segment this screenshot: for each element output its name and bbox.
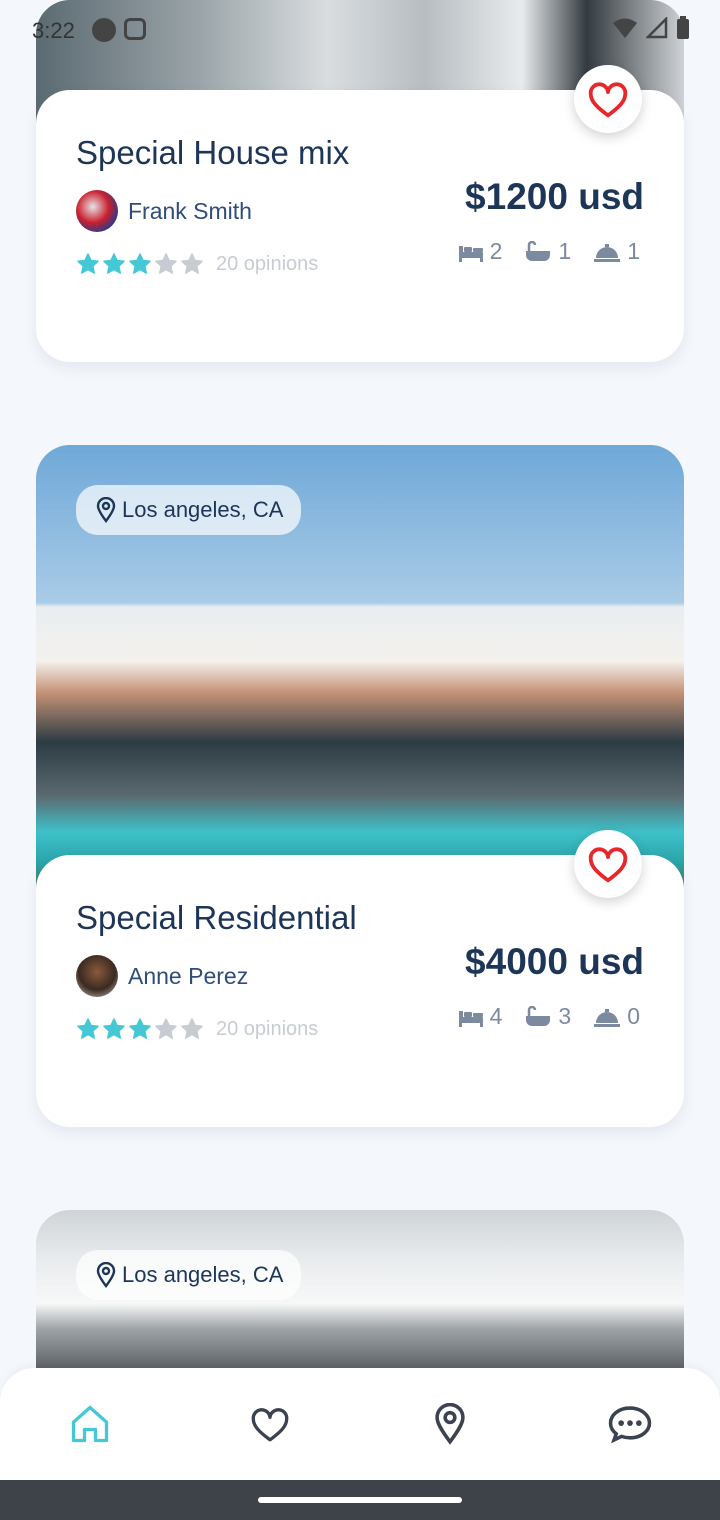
owner-name: Frank Smith (128, 197, 252, 224)
price: $1200 usd (465, 176, 644, 217)
location-text: Los angeles, CA (122, 497, 284, 522)
star-empty-icon (155, 253, 177, 274)
status-time: 3:22 (32, 18, 75, 43)
location-text: Los angeles, CA (122, 1262, 284, 1287)
bed-icon (458, 1010, 483, 1027)
nav-favorites[interactable] (230, 1384, 310, 1464)
listing-title: Special House mix (76, 134, 350, 171)
star-filled-icon (77, 1018, 99, 1039)
star-empty-icon (181, 1018, 203, 1039)
baths-count: 1 (558, 238, 572, 264)
favorite-button[interactable] (574, 830, 642, 898)
map-pin-icon (96, 1262, 116, 1288)
listing-card[interactable]: Los angeles, CA Special Residential Anne… (36, 445, 684, 1127)
listing-photo[interactable]: Los angeles, CA (36, 445, 684, 895)
system-nav-bar (0, 1480, 720, 1520)
service-count: 0 (627, 1003, 640, 1029)
bathtub-icon (526, 1005, 551, 1026)
status-bar: 3:22 (0, 0, 720, 62)
service-count: 1 (627, 238, 640, 264)
bottom-nav (0, 1368, 720, 1480)
wifi-icon (613, 18, 637, 38)
star-filled-icon (129, 253, 151, 274)
app-notification-icon (92, 18, 116, 42)
star-filled-icon (129, 1018, 151, 1039)
heart-outline-icon (588, 847, 628, 883)
opinions-count: 20 opinions (216, 1017, 319, 1040)
location-icon (435, 1403, 465, 1445)
star-filled-icon (103, 253, 125, 274)
star-filled-icon (77, 253, 99, 274)
amenities: 2 1 1 (458, 238, 640, 265)
chat-icon (608, 1406, 652, 1444)
nav-home[interactable] (50, 1384, 130, 1464)
listing-title: Special Residential (76, 899, 357, 936)
beds-count: 2 (489, 238, 503, 264)
bed-icon (458, 245, 483, 262)
battery-icon (677, 16, 689, 39)
location-badge: Los angeles, CA (76, 485, 302, 535)
nav-messages[interactable] (590, 1384, 670, 1464)
listing-photo[interactable]: Los angeles, CA (36, 1210, 684, 1380)
instagram-icon (124, 18, 146, 40)
heart-outline-icon (588, 82, 628, 118)
map-pin-icon (96, 497, 116, 523)
bathtub-icon (526, 240, 551, 261)
baths-count: 3 (558, 1003, 572, 1029)
owner-name: Anne Perez (128, 962, 249, 989)
location-badge: Los angeles, CA (76, 1250, 302, 1300)
avatar (76, 955, 118, 997)
star-empty-icon (181, 253, 203, 274)
service-bell-icon (594, 243, 621, 262)
heart-icon (251, 1408, 289, 1442)
owner[interactable]: Anne Perez (76, 955, 248, 997)
rating: 20 opinions (76, 1017, 318, 1041)
star-filled-icon (103, 1018, 125, 1039)
owner[interactable]: Frank Smith (76, 190, 252, 232)
price: $4000 usd (465, 941, 644, 982)
cell-signal-icon (646, 17, 668, 39)
favorite-button[interactable] (574, 65, 642, 133)
listing-card[interactable]: Los angeles, CA (36, 1210, 684, 1380)
opinions-count: 20 opinions (216, 252, 319, 275)
rating: 20 opinions (76, 252, 318, 276)
home-icon (71, 1405, 109, 1443)
star-empty-icon (155, 1018, 177, 1039)
home-gesture-handle[interactable] (258, 1497, 462, 1503)
beds-count: 4 (489, 1003, 503, 1029)
amenities: 4 3 0 (458, 1003, 640, 1030)
avatar (76, 190, 118, 232)
service-bell-icon (594, 1008, 621, 1027)
nav-map[interactable] (410, 1384, 490, 1464)
